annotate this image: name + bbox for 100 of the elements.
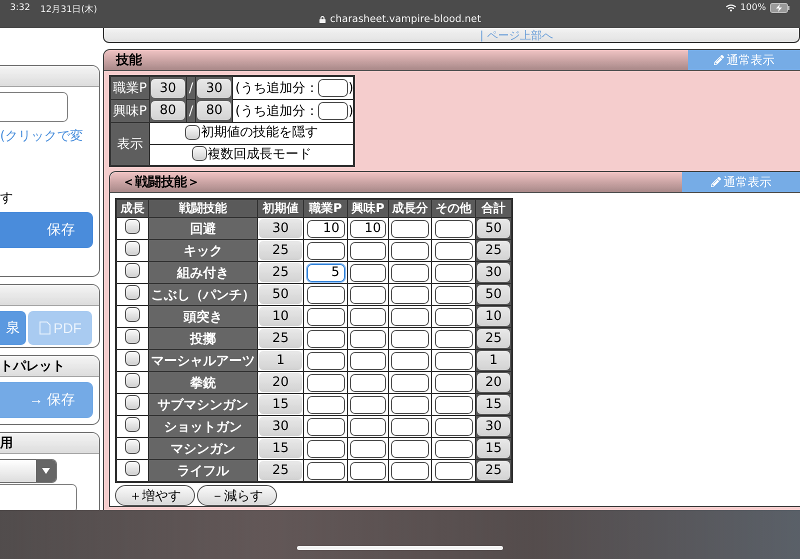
growth-field[interactable] — [391, 286, 429, 304]
skill-name: 頭突き — [148, 306, 258, 328]
caret-icon — [42, 468, 50, 474]
other-field[interactable] — [434, 286, 472, 304]
job-points-field[interactable] — [306, 242, 344, 260]
decrease-button[interactable]: －減らす — [197, 485, 277, 506]
extra-field[interactable] — [318, 102, 348, 120]
change-link[interactable]: (クリックで変 — [0, 127, 99, 145]
skill-name: サブマシンガン — [148, 394, 258, 416]
checkbox[interactable] — [125, 417, 140, 432]
points-label: 職業P — [110, 76, 150, 100]
interest-points-field[interactable] — [350, 374, 386, 392]
job-points-field[interactable] — [306, 418, 344, 436]
checkbox[interactable] — [125, 439, 140, 454]
battery-level: 100% — [740, 3, 766, 13]
growth-field[interactable] — [391, 374, 429, 392]
job-points-field[interactable] — [306, 374, 344, 392]
skill-name: こぶし（パンチ） — [148, 284, 258, 306]
other-field[interactable] — [434, 440, 472, 458]
other-field[interactable] — [434, 308, 472, 326]
job-points-field[interactable] — [306, 330, 344, 348]
interest-points-field[interactable] — [350, 396, 386, 414]
other-field[interactable] — [434, 374, 472, 392]
growth-field[interactable] — [391, 352, 429, 370]
total-value: 25 — [477, 241, 510, 260]
initial-value: 25 — [259, 263, 302, 282]
interest-points-field[interactable] — [350, 308, 386, 326]
dropdown[interactable] — [0, 459, 57, 483]
growth-field[interactable] — [391, 242, 429, 260]
save-button[interactable]: → 保存 — [0, 382, 93, 418]
other-field[interactable] — [434, 242, 472, 260]
other-field[interactable] — [434, 418, 472, 436]
checkbox[interactable] — [125, 395, 140, 410]
increase-button[interactable]: ＋増やす — [115, 485, 195, 506]
interest-points-field[interactable] — [350, 352, 386, 370]
url: charasheet.vampire-blood.net — [330, 14, 482, 25]
checkbox[interactable] — [125, 307, 140, 322]
checkbox[interactable] — [125, 285, 140, 300]
job-points-field[interactable] — [306, 396, 344, 414]
interest-points-field[interactable] — [350, 440, 386, 458]
date: 12月31日(木) — [40, 4, 98, 16]
growth-field[interactable] — [391, 330, 429, 348]
other-field[interactable] — [434, 330, 472, 348]
column-header: 成長 — [116, 199, 148, 218]
growth-field[interactable] — [391, 308, 429, 326]
growth-field[interactable] — [391, 418, 429, 436]
growth-field[interactable] — [391, 462, 429, 480]
growth-field[interactable] — [391, 220, 429, 238]
interest-points-field[interactable] — [350, 286, 386, 304]
interest-points-field[interactable] — [350, 330, 386, 348]
checkbox[interactable] — [125, 351, 140, 366]
checkbox[interactable] — [192, 146, 207, 161]
battery-icon — [770, 3, 790, 13]
interest-points-field[interactable] — [350, 264, 386, 282]
points-label: 興味P — [110, 100, 150, 122]
job-points-field[interactable] — [306, 440, 344, 458]
lock-icon — [318, 16, 326, 23]
checkbox[interactable] — [125, 461, 140, 476]
checkbox[interactable] — [185, 124, 200, 140]
normal-view-button[interactable]: 通常表示 — [688, 50, 800, 70]
job-points-field[interactable] — [306, 352, 344, 370]
input-field[interactable] — [0, 92, 68, 122]
normal-view-button[interactable]: 通常表示 — [682, 172, 800, 192]
growth-field[interactable] — [391, 264, 429, 282]
job-points-field[interactable] — [306, 308, 344, 326]
checkbox[interactable] — [125, 241, 140, 256]
interest-points-field[interactable] — [350, 242, 386, 260]
interest-points-field[interactable] — [350, 418, 386, 436]
column-header: 職業P — [304, 199, 348, 218]
column-header: 成長分 — [388, 199, 432, 218]
slash: / — [186, 100, 196, 122]
total-value: 1 — [477, 351, 510, 370]
checkbox[interactable] — [125, 263, 140, 278]
checkbox[interactable] — [125, 329, 140, 344]
extra-field[interactable] — [318, 79, 348, 97]
other-field[interactable] — [434, 220, 472, 238]
other-field[interactable] — [434, 264, 472, 282]
points-max: 80 — [197, 101, 232, 120]
job-points-field[interactable]: 10 — [306, 220, 344, 238]
job-points-field[interactable]: 5 — [306, 264, 344, 282]
checkbox[interactable] — [125, 219, 140, 234]
growth-field[interactable] — [391, 440, 429, 458]
section-title: トパレット — [0, 356, 99, 377]
growth-field[interactable] — [391, 396, 429, 414]
other-field[interactable] — [434, 462, 472, 480]
interest-points-field[interactable]: 10 — [350, 220, 386, 238]
panel-title: 技能 — [104, 50, 688, 70]
output-button[interactable]: 泉 — [0, 311, 26, 345]
checkbox[interactable] — [125, 373, 140, 388]
other-field[interactable] — [434, 352, 472, 370]
wifi-icon — [726, 3, 736, 13]
input-field[interactable] — [0, 484, 77, 513]
job-points-field[interactable] — [306, 462, 344, 480]
save-button[interactable]: 保存 — [0, 212, 93, 248]
page-top-link[interactable]: | ページ上部へ — [350, 28, 554, 42]
interest-points-field[interactable] — [350, 462, 386, 480]
section-title: 用 — [0, 433, 99, 454]
job-points-field[interactable] — [306, 286, 344, 304]
other-field[interactable] — [434, 396, 472, 414]
pencil-icon — [714, 55, 724, 65]
